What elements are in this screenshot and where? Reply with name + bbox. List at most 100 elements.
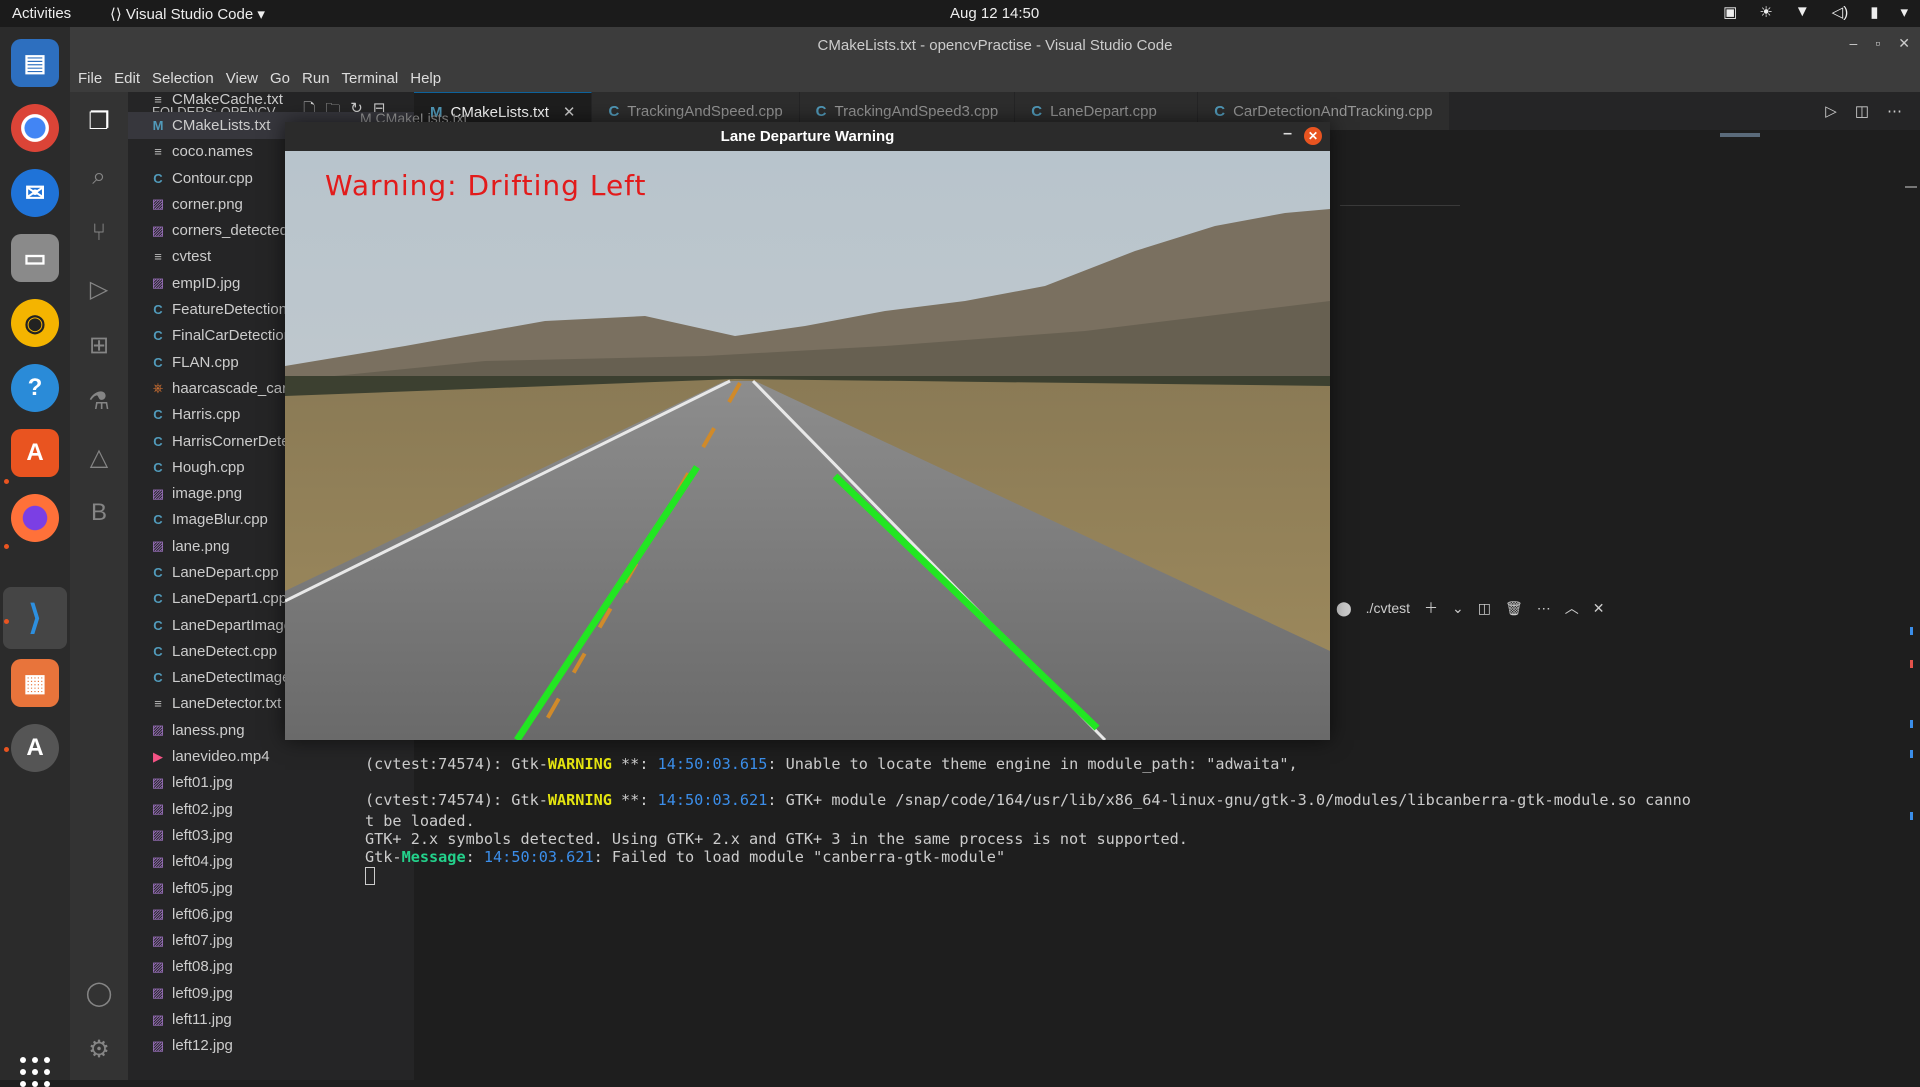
brightness-icon[interactable]: ☀ bbox=[1759, 3, 1772, 21]
menu-run[interactable]: Run bbox=[296, 64, 336, 92]
new-terminal-icon[interactable]: ＋ bbox=[1424, 598, 1438, 618]
split-terminal-icon[interactable]: ◫ bbox=[1478, 600, 1491, 617]
source-control-icon[interactable]: ⑂ bbox=[80, 214, 118, 252]
menu-help[interactable]: Help bbox=[404, 64, 447, 92]
running-indicator bbox=[4, 747, 9, 752]
lane-departure-window[interactable]: Lane Departure Warning – ✕ Warning: Drif… bbox=[285, 122, 1330, 740]
system-tray[interactable]: ▣ ☀ ▼ ◁) ▮ ▾ bbox=[1723, 3, 1908, 21]
terminal-text: 14:50:03.621 bbox=[657, 791, 768, 809]
clock[interactable]: Aug 12 14:50 bbox=[950, 5, 1039, 22]
file-name: lane.png bbox=[172, 537, 230, 555]
file-name: Harris.cpp bbox=[172, 406, 241, 424]
close-icon[interactable]: ✕ bbox=[1898, 35, 1910, 52]
tab-label: LaneDepart.cpp bbox=[1050, 102, 1157, 120]
popup-titlebar[interactable]: Lane Departure Warning – ✕ bbox=[285, 122, 1330, 151]
dock: ▤ ✉ ▭ ◉ ? A ⟩ ▦ A bbox=[0, 27, 70, 1087]
show-applications-icon[interactable] bbox=[20, 1057, 50, 1087]
trash-icon[interactable]: 🗑 bbox=[1505, 600, 1523, 617]
cpp-file-icon: C bbox=[153, 512, 163, 528]
close-icon[interactable]: ✕ bbox=[1304, 127, 1322, 145]
extensions-icon[interactable]: ⊞ bbox=[80, 326, 118, 364]
more-icon[interactable]: ⋯ bbox=[1537, 600, 1551, 617]
menu-view[interactable]: View bbox=[220, 64, 264, 92]
app-menu[interactable]: ⟨⟩ Visual Studio Code ▾ bbox=[110, 5, 265, 23]
software-updater-icon[interactable]: A bbox=[11, 724, 59, 772]
close-panel-icon[interactable]: ✕ bbox=[1593, 600, 1605, 617]
menu-file[interactable]: File bbox=[72, 64, 108, 92]
maximize-panel-icon[interactable]: ︿ bbox=[1565, 598, 1579, 618]
terminal-text: WARNING bbox=[547, 791, 612, 809]
rhythmbox-icon[interactable]: ◉ bbox=[11, 299, 59, 347]
impress-icon[interactable]: ▦ bbox=[11, 659, 59, 707]
search-icon[interactable]: ⌕ bbox=[80, 158, 118, 196]
cpp-file-icon: C bbox=[153, 643, 163, 659]
cpp-file-icon: C bbox=[153, 170, 163, 186]
minimap[interactable] bbox=[1720, 133, 1760, 137]
running-indicator bbox=[4, 479, 9, 484]
file-name: corner.png bbox=[172, 195, 243, 213]
vscode-small-icon: ⟨⟩ bbox=[110, 6, 126, 23]
maximize-icon[interactable]: ▫ bbox=[1875, 35, 1880, 52]
window-titlebar[interactable]: CMakeLists.txt - opencvPractise - Visual… bbox=[70, 27, 1920, 64]
chrome-icon[interactable] bbox=[11, 104, 59, 152]
screen-icon[interactable]: ▣ bbox=[1723, 3, 1737, 21]
volume-icon[interactable]: ◁) bbox=[1832, 3, 1849, 21]
vscode-icon[interactable]: ⟩ bbox=[11, 594, 59, 642]
thunderbird-icon[interactable]: ✉ bbox=[11, 169, 59, 217]
txt-file-icon: ≡ bbox=[154, 696, 162, 712]
terminal-cursor bbox=[365, 866, 375, 885]
activities-button[interactable]: Activities bbox=[12, 5, 71, 22]
menu-go[interactable]: Go bbox=[264, 64, 296, 92]
bookmarks-icon[interactable]: B bbox=[80, 494, 118, 532]
minimize-icon[interactable]: – bbox=[1850, 35, 1858, 52]
software-center-icon[interactable]: A bbox=[11, 429, 59, 477]
minimize-icon[interactable]: – bbox=[1283, 125, 1292, 143]
menu-terminal[interactable]: Terminal bbox=[336, 64, 405, 92]
cpp-file-icon: C bbox=[153, 670, 163, 686]
file-name: cvtest bbox=[172, 248, 212, 266]
menu-selection[interactable]: Selection bbox=[146, 64, 220, 92]
help-icon[interactable]: ? bbox=[11, 364, 59, 412]
file-name: LaneDepart1.cpp bbox=[172, 590, 288, 608]
run-debug-icon[interactable]: ▷ bbox=[80, 270, 118, 308]
terminal-shell-label[interactable]: ./cvtest bbox=[1366, 600, 1410, 616]
split-editor-icon[interactable]: ◫ bbox=[1855, 102, 1869, 120]
img-file-icon: ▨ bbox=[151, 801, 165, 817]
chevron-down-icon[interactable]: ⌄ bbox=[1452, 600, 1464, 617]
more-actions-icon[interactable]: ⋯ bbox=[1887, 102, 1902, 120]
run-icon[interactable]: ▷ bbox=[1825, 102, 1837, 120]
img-file-icon: ▨ bbox=[151, 196, 165, 212]
menu-edit[interactable]: Edit bbox=[108, 64, 146, 92]
account-icon[interactable]: ◯ bbox=[80, 974, 118, 1012]
terminal-text: Message bbox=[401, 848, 466, 866]
img-file-icon: ▨ bbox=[151, 880, 165, 896]
gear-icon[interactable]: ⚙ bbox=[80, 1030, 118, 1068]
terminal-output[interactable]: (cvtest:74574): Gtk-WARNING **: 14:50:03… bbox=[344, 742, 1691, 1080]
chevron-down-icon[interactable]: ▾ bbox=[1900, 3, 1908, 21]
tab-label: TrackingAndSpeed.cpp bbox=[627, 102, 783, 120]
testing-icon[interactable]: ⚗ bbox=[80, 382, 118, 420]
battery-icon[interactable]: ▮ bbox=[1870, 3, 1878, 21]
terminal-text: : Failed to load module "canberra-gtk-mo… bbox=[593, 848, 1006, 866]
img-file-icon: ▨ bbox=[151, 538, 165, 554]
firefox-icon[interactable] bbox=[11, 494, 59, 542]
close-icon[interactable]: ✕ bbox=[563, 103, 576, 121]
file-name: left06.jpg bbox=[172, 905, 233, 923]
txt-file-icon: ≡ bbox=[154, 144, 162, 160]
scrollbar-marker[interactable] bbox=[1905, 186, 1917, 188]
img-file-icon: ▨ bbox=[151, 985, 165, 1001]
terminal-text: 14:50:03.621 bbox=[483, 848, 594, 866]
wifi-icon[interactable]: ▼ bbox=[1795, 3, 1810, 21]
activity-bar: ❐ ⌕ ⑂ ▷ ⊞ ⚗ △ B ◯ ⚙ bbox=[70, 92, 128, 1080]
file-name: left04.jpg bbox=[172, 853, 233, 871]
cmake-icon[interactable]: △ bbox=[80, 438, 118, 476]
files-icon[interactable]: ▭ bbox=[11, 234, 59, 282]
file-name: empID.jpg bbox=[172, 274, 241, 292]
text-editor-icon[interactable]: ▤ bbox=[11, 39, 59, 87]
explorer-icon[interactable]: ❐ bbox=[80, 102, 118, 140]
cpp-file-icon: C bbox=[153, 354, 163, 370]
app-menu-label: Visual Studio Code bbox=[125, 6, 254, 23]
img-file-icon: ▨ bbox=[151, 485, 165, 501]
terminal-shell-icon: ⬤ bbox=[1336, 599, 1352, 616]
menu-bar: File Edit Selection View Go Run Terminal… bbox=[70, 64, 1920, 92]
